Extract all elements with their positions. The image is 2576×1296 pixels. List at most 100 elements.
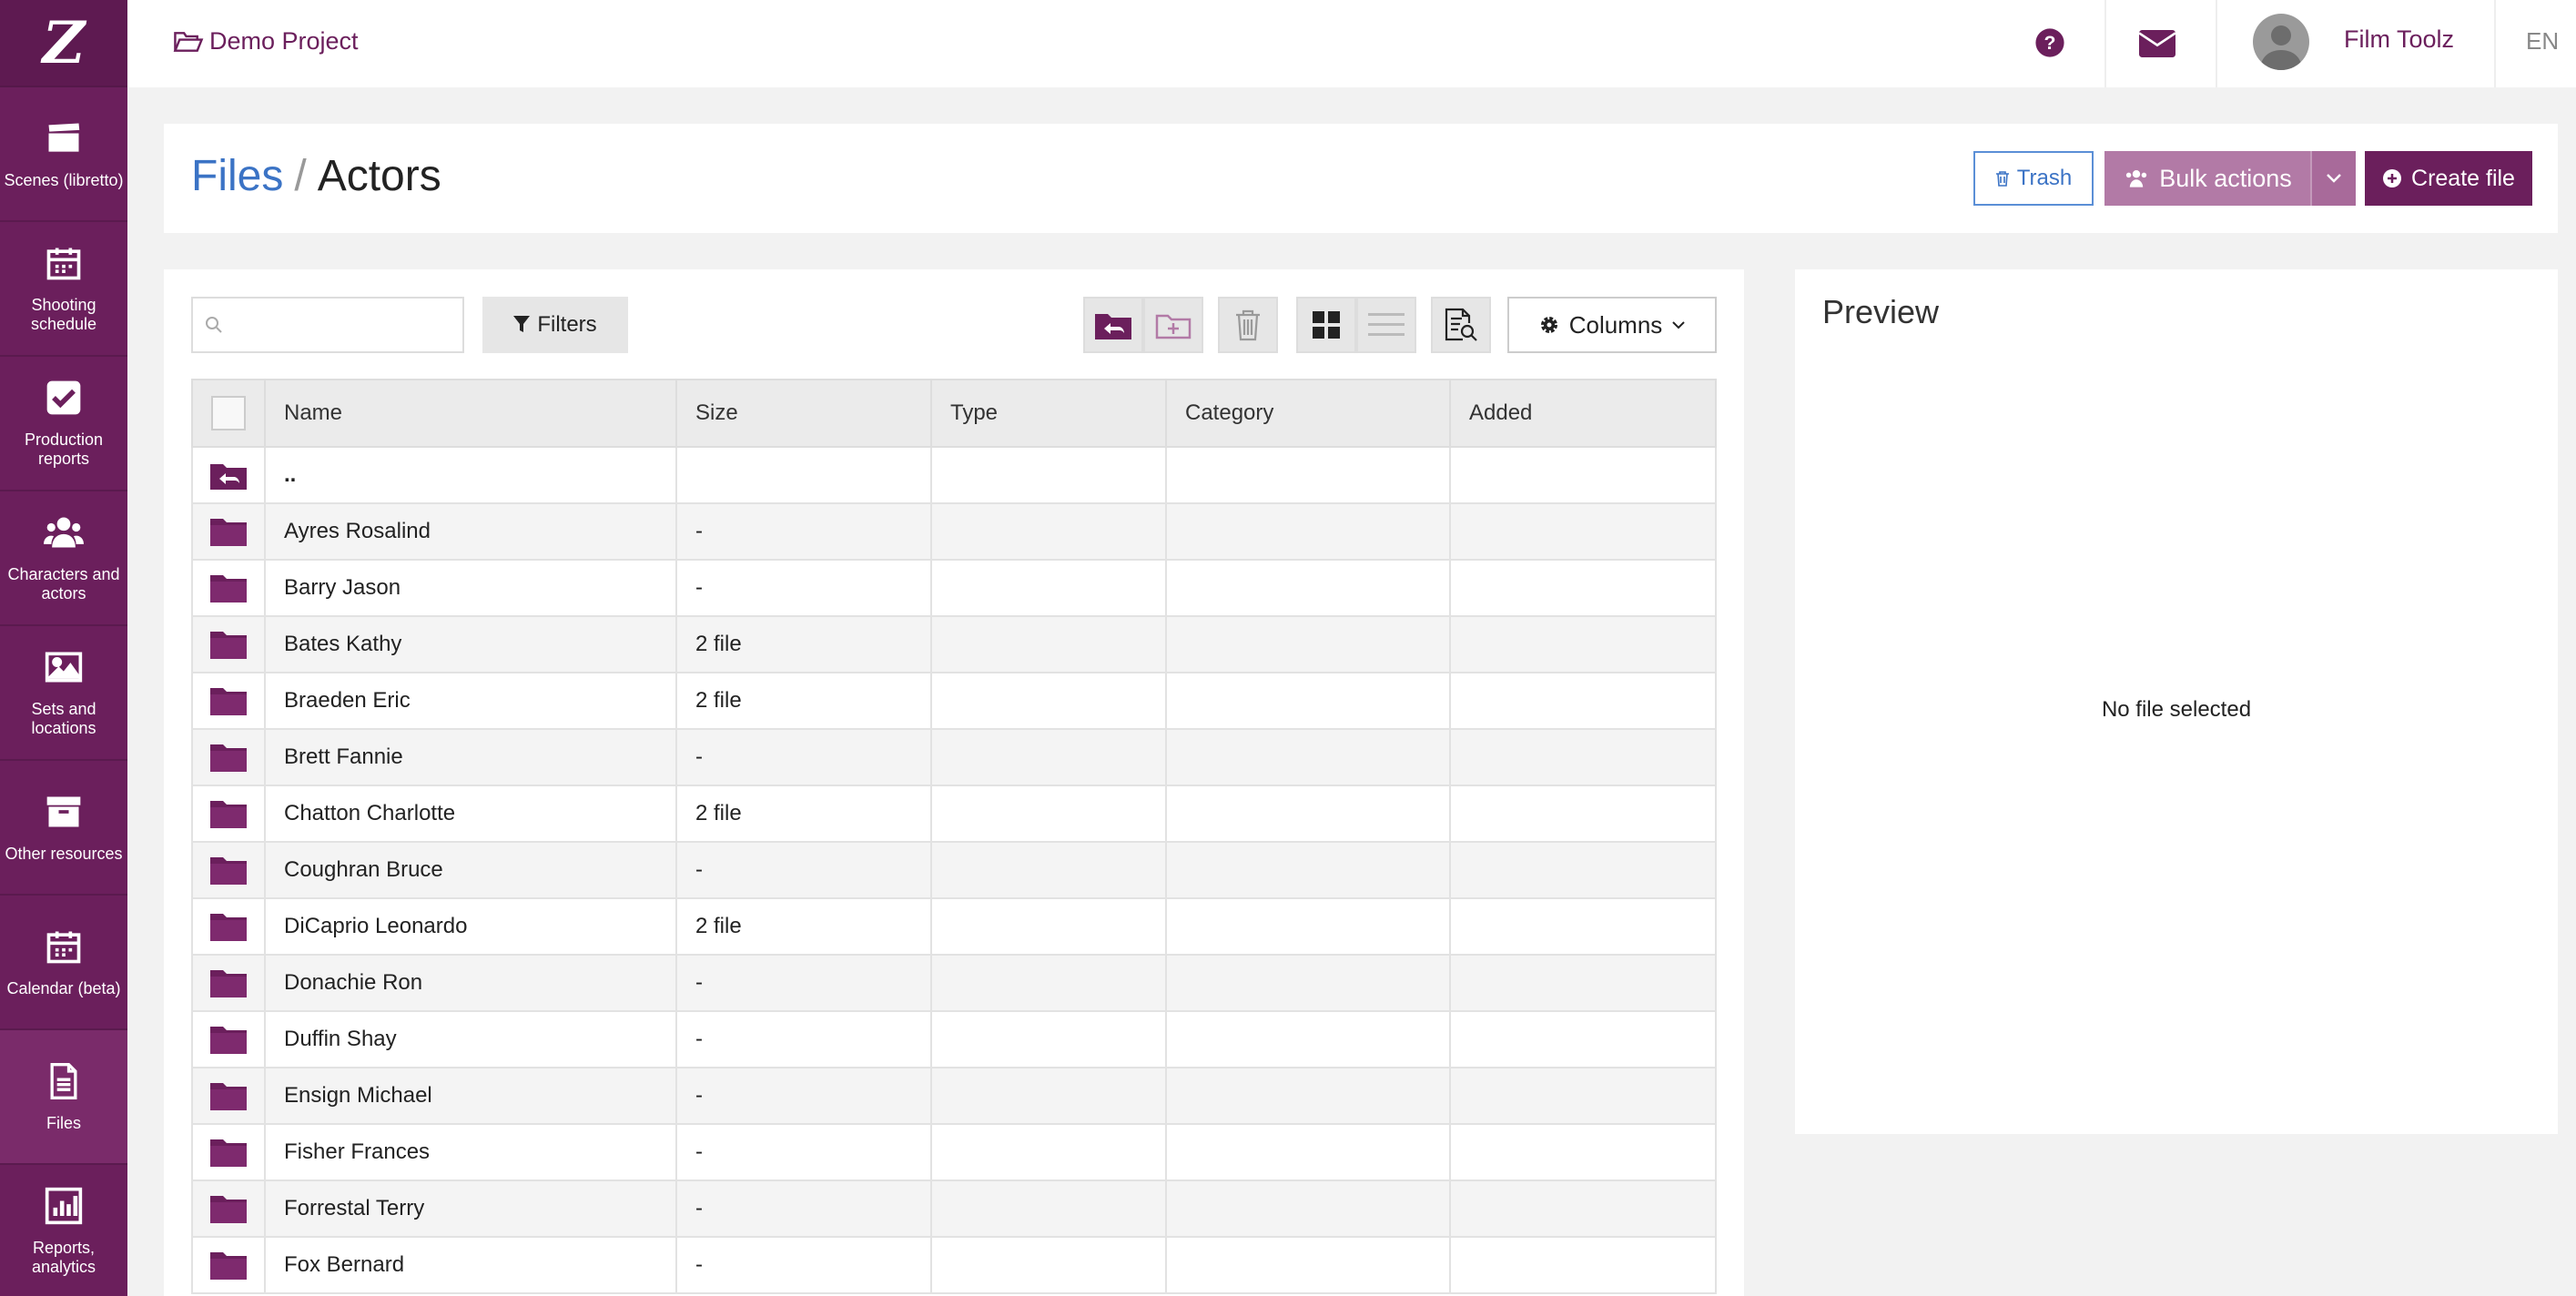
- search-box[interactable]: [191, 297, 464, 353]
- table-row[interactable]: Fisher Frances -: [191, 1123, 1717, 1181]
- list-view-button[interactable]: [1356, 297, 1416, 353]
- folder-icon: [210, 801, 247, 828]
- sidebar-item-reports[interactable]: Reports, analytics: [0, 1165, 127, 1296]
- parent-folder-label: ..: [264, 446, 677, 504]
- app-logo[interactable]: Z: [0, 0, 127, 87]
- sidebar-item-scenes[interactable]: Scenes (libretto): [0, 87, 127, 222]
- create-file-button[interactable]: Create file: [2365, 151, 2532, 206]
- select-all-checkbox[interactable]: [211, 396, 246, 430]
- project-selector[interactable]: Demo Project: [173, 27, 359, 56]
- file-name[interactable]: Duffin Shay: [264, 1010, 677, 1068]
- file-added: [1449, 559, 1717, 617]
- column-header-type[interactable]: Type: [930, 379, 1167, 448]
- new-folder-button[interactable]: [1143, 297, 1203, 353]
- breadcrumb-files-link[interactable]: Files: [191, 152, 283, 200]
- file-category: [1165, 672, 1451, 730]
- file-name[interactable]: Brett Fannie: [264, 728, 677, 786]
- table-row[interactable]: Chatton Charlotte 2 file: [191, 785, 1717, 843]
- gear-icon: [1540, 317, 1557, 333]
- breadcrumb-separator: /: [294, 152, 307, 200]
- file-type: [930, 1010, 1167, 1068]
- table-row[interactable]: Donachie Ron -: [191, 954, 1717, 1012]
- sidebar-item-calendar[interactable]: Calendar (beta): [0, 896, 127, 1030]
- file-name[interactable]: Ensign Michael: [264, 1067, 677, 1125]
- file-name[interactable]: Forrestal Terry: [264, 1180, 677, 1238]
- file-added: [1449, 1180, 1717, 1238]
- trash-button[interactable]: Trash: [1973, 151, 2094, 206]
- file-name[interactable]: Barry Jason: [264, 559, 677, 617]
- sidebar-item-production-reports[interactable]: Production reports: [0, 357, 127, 491]
- folder-plus-icon: [1155, 314, 1192, 339]
- file-added: [1449, 785, 1717, 843]
- file-size: -: [675, 1067, 932, 1125]
- sidebar-item-other-resources[interactable]: Other resources: [0, 761, 127, 896]
- parent-folder-row[interactable]: ..: [191, 446, 1717, 504]
- file-size: 2 file: [675, 672, 932, 730]
- table-row[interactable]: Bates Kathy 2 file: [191, 615, 1717, 673]
- avatar[interactable]: [2253, 14, 2309, 70]
- go-up-button[interactable]: [1083, 297, 1143, 353]
- file-size: -: [675, 502, 932, 561]
- folder-icon: [210, 857, 247, 885]
- file-name[interactable]: Braeden Eric: [264, 672, 677, 730]
- file-category: [1165, 1236, 1451, 1294]
- table-row[interactable]: Fox Bernard -: [191, 1236, 1717, 1294]
- file-name[interactable]: Fox Bernard: [264, 1236, 677, 1294]
- column-header-size[interactable]: Size: [675, 379, 932, 448]
- file-added: [1449, 672, 1717, 730]
- table-row[interactable]: Ensign Michael -: [191, 1067, 1717, 1125]
- file-added: [1449, 1236, 1717, 1294]
- file-name[interactable]: Coughran Bruce: [264, 841, 677, 899]
- help-icon[interactable]: ?: [2034, 27, 2065, 58]
- file-name[interactable]: Fisher Frances: [264, 1123, 677, 1181]
- folder-icon: [210, 1252, 247, 1280]
- folder-icon: [210, 632, 247, 659]
- bar-chart-icon: [45, 1187, 83, 1225]
- folder-icon: [210, 744, 247, 772]
- file-size: -: [675, 841, 932, 899]
- bulk-actions-dropdown-toggle[interactable]: [2310, 151, 2356, 206]
- file-name[interactable]: Bates Kathy: [264, 615, 677, 673]
- file-name[interactable]: DiCaprio Leonardo: [264, 897, 677, 956]
- mail-icon[interactable]: [2139, 29, 2175, 58]
- file-added: [1449, 502, 1717, 561]
- folder-open-icon: [173, 31, 204, 52]
- sidebar-item-characters-actors[interactable]: Characters and actors: [0, 491, 127, 626]
- column-header-category[interactable]: Category: [1165, 379, 1451, 448]
- sidebar-item-shooting-schedule[interactable]: Shooting schedule: [0, 222, 127, 357]
- file-type: [930, 897, 1167, 956]
- preview-title: Preview: [1822, 293, 1940, 330]
- trash-icon: [1995, 171, 2009, 187]
- sidebar-item-sets-locations[interactable]: Sets and locations: [0, 626, 127, 761]
- image-icon: [45, 652, 83, 683]
- file-name[interactable]: Ayres Rosalind: [264, 502, 677, 561]
- table-row[interactable]: Coughran Bruce -: [191, 841, 1717, 899]
- table-row[interactable]: Braeden Eric 2 file: [191, 672, 1717, 730]
- columns-button[interactable]: Columns: [1507, 297, 1717, 353]
- table-row[interactable]: Barry Jason -: [191, 559, 1717, 617]
- file-size: -: [675, 954, 932, 1012]
- table-row[interactable]: Brett Fannie -: [191, 728, 1717, 786]
- file-name[interactable]: Donachie Ron: [264, 954, 677, 1012]
- table-row[interactable]: Duffin Shay -: [191, 1010, 1717, 1068]
- svg-text:?: ?: [2044, 32, 2056, 54]
- folder-icon: [210, 970, 247, 997]
- sidebar-item-files[interactable]: Files: [0, 1030, 127, 1165]
- user-name[interactable]: Film Toolz: [2344, 25, 2454, 54]
- bulk-actions-button[interactable]: Bulk actions: [2104, 151, 2310, 206]
- search-input[interactable]: [231, 312, 450, 338]
- column-header-name[interactable]: Name: [264, 379, 677, 448]
- table-row[interactable]: DiCaprio Leonardo 2 file: [191, 897, 1717, 956]
- folder-icon: [210, 1196, 247, 1223]
- file-type: [930, 672, 1167, 730]
- table-row[interactable]: Forrestal Terry -: [191, 1180, 1717, 1238]
- file-name[interactable]: Chatton Charlotte: [264, 785, 677, 843]
- language-selector[interactable]: EN: [2526, 27, 2559, 56]
- table-row[interactable]: Ayres Rosalind -: [191, 502, 1717, 561]
- filters-button[interactable]: Filters: [482, 297, 628, 353]
- column-header-added[interactable]: Added: [1449, 379, 1717, 448]
- grid-view-button[interactable]: [1296, 297, 1356, 353]
- file-size: -: [675, 1236, 932, 1294]
- preview-toggle-button[interactable]: [1431, 297, 1491, 353]
- delete-button[interactable]: [1218, 297, 1278, 353]
